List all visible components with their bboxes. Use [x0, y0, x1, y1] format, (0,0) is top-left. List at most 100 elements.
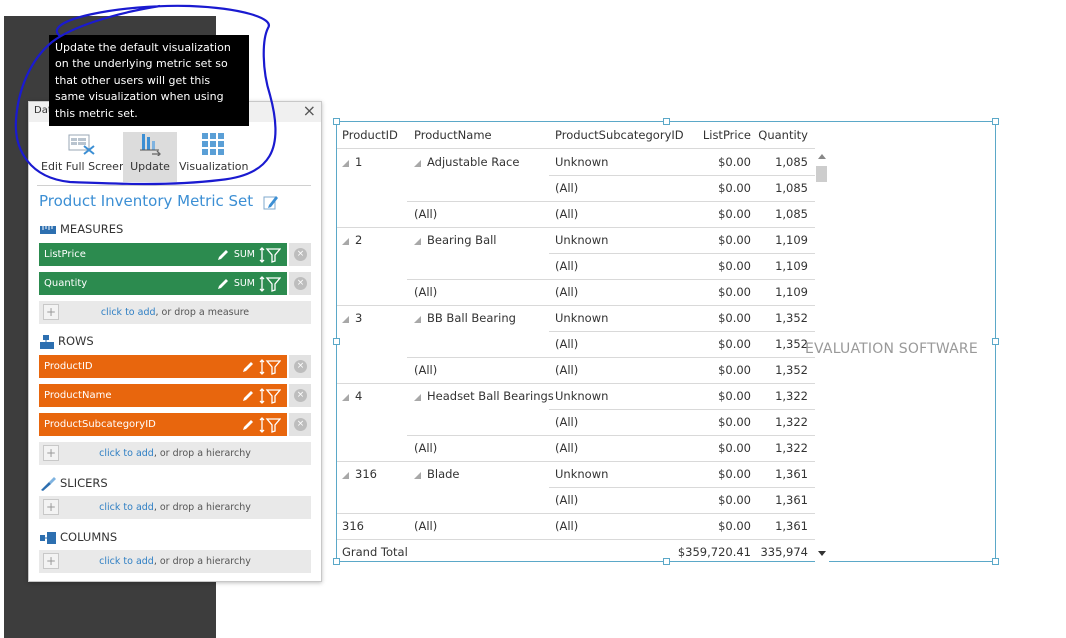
collapse-triangle-icon[interactable]	[342, 238, 349, 245]
scrollbar-thumb[interactable]	[816, 166, 827, 182]
column-header-productname[interactable]: ProductName	[414, 128, 492, 142]
cell-productname[interactable]: Bearing Ball	[414, 233, 497, 247]
remove-row-productsubcategoryid[interactable]: ×	[289, 413, 311, 436]
remove-row-productname[interactable]: ×	[289, 384, 311, 407]
measures-heading-label: MEASURES	[60, 222, 124, 236]
resize-handle-top-right[interactable]	[992, 118, 999, 125]
grand-total-label: Grand Total	[342, 545, 408, 559]
resize-handle-bottom-right[interactable]	[992, 558, 999, 565]
cell-quantity: 1,361	[775, 519, 808, 533]
measure-pill-label: ListPrice	[44, 249, 86, 260]
pencil-icon[interactable]	[216, 277, 230, 291]
aggregation-label[interactable]: SUM	[234, 272, 255, 295]
cell-productid[interactable]: 1	[342, 155, 362, 169]
cell-productid[interactable]: 316	[342, 467, 377, 481]
add-slicer-plus-icon[interactable]: +	[43, 499, 59, 515]
cell-quantity: 1,361	[775, 493, 808, 507]
aggregation-label[interactable]: SUM	[234, 243, 255, 266]
cell-productname[interactable]: Headset Ball Bearings	[414, 389, 554, 403]
collapse-triangle-icon[interactable]	[414, 238, 421, 245]
collapse-triangle-icon[interactable]	[414, 394, 421, 401]
row-pill-productsubcategoryid[interactable]: ProductSubcategoryID	[39, 413, 287, 436]
collapse-triangle-icon[interactable]	[342, 472, 349, 479]
cell-productid[interactable]: 2	[342, 233, 362, 247]
cell-productname-text: Blade	[427, 467, 460, 481]
visualization-button[interactable]: Visualization	[179, 132, 248, 182]
update-button[interactable]: Update	[123, 132, 177, 182]
add-measure-plus-icon[interactable]: +	[43, 304, 59, 320]
cell-productname-text: (All)	[414, 441, 438, 455]
cell-productsubcategoryid: Unknown	[555, 389, 609, 403]
add-measure-link[interactable]: click to add	[101, 307, 156, 318]
add-column-link[interactable]: click to add	[99, 556, 154, 567]
collapse-triangle-icon[interactable]	[342, 316, 349, 323]
cell-productid[interactable]: 3	[342, 311, 362, 325]
column-header-productsubcategoryid[interactable]: ProductSubcategoryID	[555, 128, 684, 142]
collapse-triangle-icon[interactable]	[342, 394, 349, 401]
cell-productid[interactable]: 316	[342, 519, 364, 533]
metric-set-title[interactable]: Product Inventory Metric Set	[39, 192, 279, 210]
cell-productname: (All)	[414, 441, 437, 455]
add-column-plus-icon[interactable]: +	[43, 553, 59, 569]
scroll-down-arrow-icon[interactable]	[818, 551, 826, 556]
sort-filter-icon[interactable]	[259, 387, 281, 404]
cell-productsubcategoryid: (All)	[555, 363, 579, 377]
toolbar-divider	[37, 185, 311, 186]
pencil-icon[interactable]	[216, 248, 230, 262]
resize-handle-left[interactable]	[333, 338, 340, 345]
slicers-drop-zone[interactable]: + click to add, or drop a hierarchy	[39, 496, 311, 519]
slicer-knife-icon	[41, 476, 56, 491]
remove-icon: ×	[294, 248, 307, 261]
column-header-productid[interactable]: ProductID	[342, 128, 398, 142]
cell-productid[interactable]: 4	[342, 389, 362, 403]
collapse-triangle-icon[interactable]	[414, 472, 421, 479]
add-row-plus-icon[interactable]: +	[43, 445, 59, 461]
row-pill-productname[interactable]: ProductName	[39, 384, 287, 407]
remove-measure-quantity[interactable]: ×	[289, 272, 311, 295]
cell-productname[interactable]: BB Ball Bearing	[414, 311, 516, 325]
pencil-icon[interactable]	[241, 389, 255, 403]
pencil-icon[interactable]	[241, 360, 255, 374]
resize-handle-top[interactable]	[663, 118, 670, 125]
resize-handle-right[interactable]	[992, 338, 999, 345]
rows-drop-text: , or drop a hierarchy	[153, 448, 251, 459]
column-header-listprice[interactable]: ListPrice	[703, 128, 751, 142]
cell-productid-text: 2	[355, 233, 363, 247]
resize-handle-bottom-left[interactable]	[333, 558, 340, 565]
add-row-link[interactable]: click to add	[99, 448, 154, 459]
collapse-triangle-icon[interactable]	[414, 316, 421, 323]
cell-quantity: 1,361	[775, 467, 808, 481]
pencil-icon[interactable]	[241, 418, 255, 432]
sort-filter-icon[interactable]	[259, 358, 281, 375]
collapse-triangle-icon[interactable]	[342, 160, 349, 167]
cell-productname[interactable]: Adjustable Race	[414, 155, 519, 169]
pivot-grid: ProductID ProductName ProductSubcategory…	[337, 122, 815, 562]
close-icon[interactable]: ×	[303, 103, 316, 119]
cell-productname: (All)	[414, 207, 437, 221]
columns-hierarchy-icon	[40, 531, 56, 544]
cell-quantity: 1,085	[775, 207, 808, 221]
resize-handle-bottom[interactable]	[663, 558, 670, 565]
columns-drop-zone[interactable]: + click to add, or drop a hierarchy	[39, 550, 311, 573]
column-header-quantity[interactable]: Quantity	[758, 128, 808, 142]
rows-drop-zone[interactable]: + click to add, or drop a hierarchy	[39, 442, 311, 465]
measure-pill-quantity[interactable]: Quantity SUM	[39, 272, 287, 295]
remove-row-productid[interactable]: ×	[289, 355, 311, 378]
resize-handle-top-left[interactable]	[333, 118, 340, 125]
sort-filter-icon[interactable]	[259, 416, 281, 433]
remove-measure-listprice[interactable]: ×	[289, 243, 311, 266]
edit-metric-set-icon[interactable]	[263, 194, 279, 210]
collapse-triangle-icon[interactable]	[414, 160, 421, 167]
measure-pill-listprice[interactable]: ListPrice SUM	[39, 243, 287, 266]
scroll-up-arrow-icon[interactable]	[818, 154, 826, 159]
update-tooltip: Update the default visualization on the …	[49, 35, 249, 126]
add-slicer-link[interactable]: click to add	[99, 502, 154, 513]
sort-filter-icon[interactable]	[259, 246, 281, 263]
cell-productname[interactable]: Blade	[414, 467, 460, 481]
row-pill-productid[interactable]: ProductID	[39, 355, 287, 378]
measures-drop-zone[interactable]: + click to add, or drop a measure	[39, 301, 311, 324]
sort-filter-icon[interactable]	[259, 275, 281, 292]
edit-full-screen-button[interactable]: Edit Full Screen	[41, 132, 126, 182]
columns-heading-label: COLUMNS	[60, 530, 118, 544]
cell-quantity: 1,322	[775, 441, 808, 455]
